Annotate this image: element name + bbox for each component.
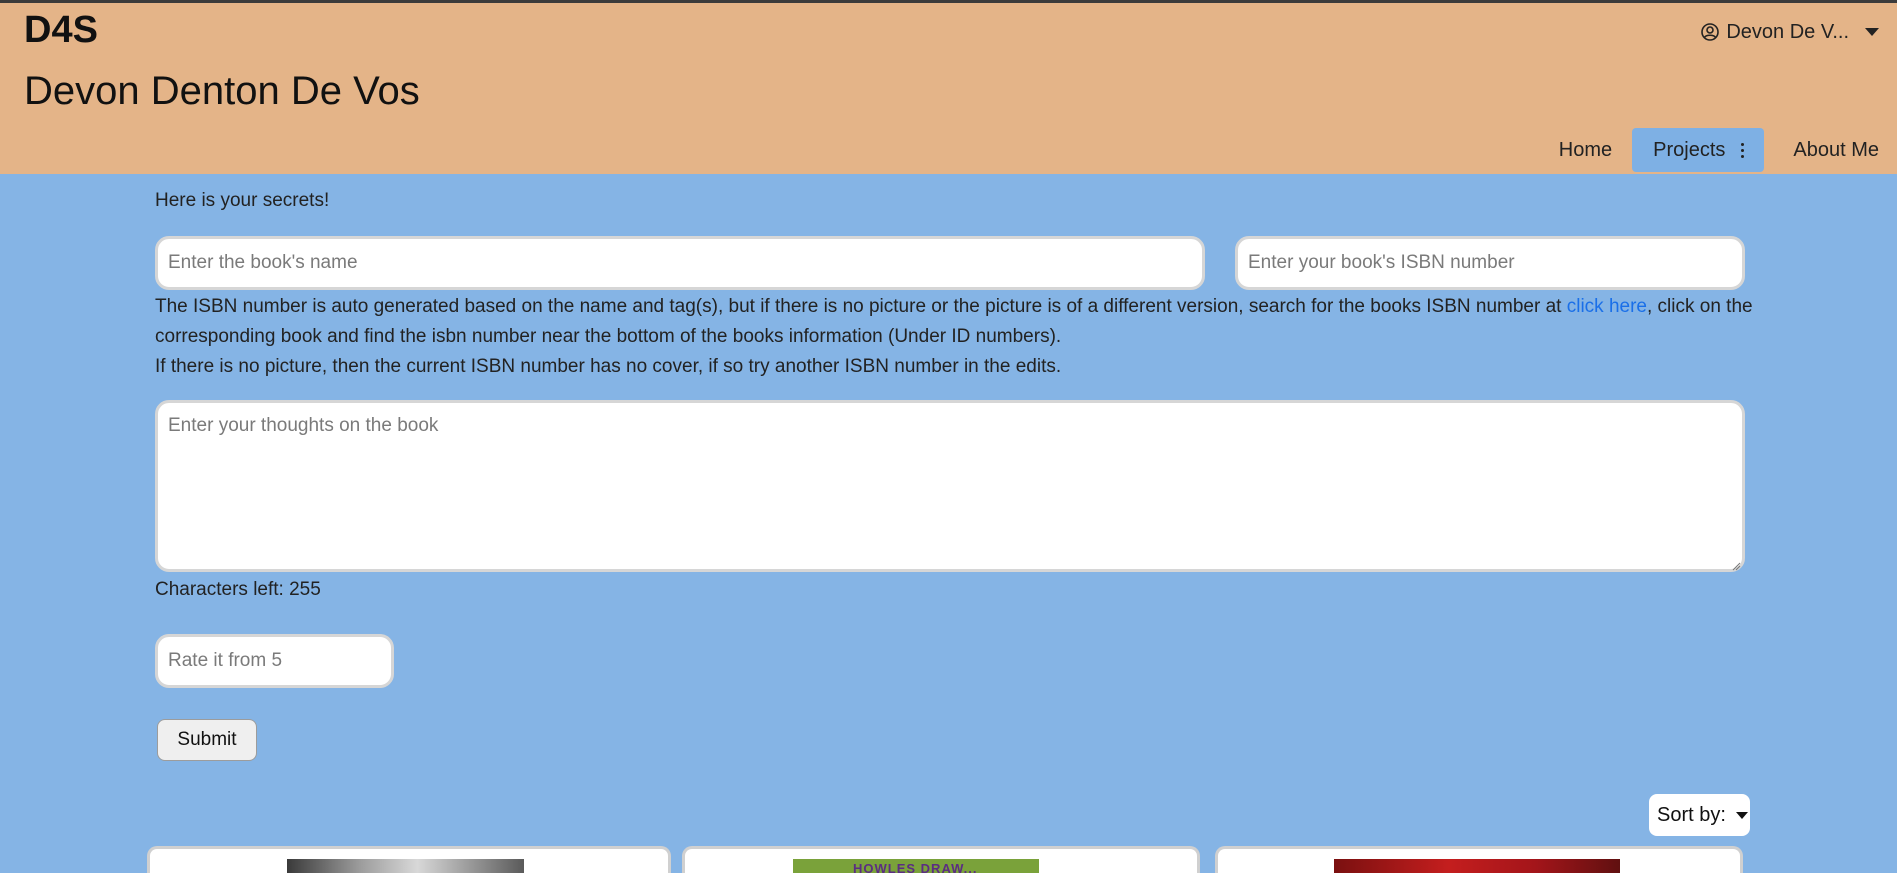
nav-about-me[interactable]: About Me xyxy=(1764,128,1897,172)
sort-dropdown[interactable]: Sort by: xyxy=(1649,794,1750,836)
thoughts-textarea[interactable] xyxy=(155,400,1745,572)
rating-input[interactable] xyxy=(155,634,394,688)
nav-home-label: Home xyxy=(1558,138,1613,161)
brand-logo-text[interactable]: D4S xyxy=(24,9,98,52)
book-card[interactable]: HOWLES DRAW... xyxy=(682,846,1200,873)
site-title: Devon Denton De Vos xyxy=(24,69,420,113)
nav-projects-label: Projects xyxy=(1653,138,1726,161)
secret-message: Here is your secrets! xyxy=(155,190,330,211)
main-navigation: Home Projects About Me xyxy=(1541,126,1897,174)
user-menu-label: Devon De V... xyxy=(1726,20,1849,43)
book-card[interactable] xyxy=(147,846,671,873)
user-menu-dropdown[interactable]: Devon De V... xyxy=(1700,17,1879,47)
book-cover-image xyxy=(1334,859,1620,873)
nav-projects[interactable]: Projects xyxy=(1632,128,1765,172)
isbn-search-link[interactable]: click here xyxy=(1567,296,1647,317)
characters-left-counter: Characters left: 255 xyxy=(155,579,321,600)
nav-about-label: About Me xyxy=(1793,138,1879,161)
user-circle-icon xyxy=(1700,22,1720,42)
book-card[interactable] xyxy=(1215,846,1743,873)
nav-home[interactable]: Home xyxy=(1541,128,1630,172)
caret-down-icon xyxy=(1865,28,1879,36)
isbn-input[interactable] xyxy=(1235,236,1745,290)
resize-handle-icon[interactable] xyxy=(1731,558,1741,571)
isbn-help-text: The ISBN number is auto generated based … xyxy=(155,292,1755,382)
kebab-icon xyxy=(1741,142,1745,158)
submit-button[interactable]: Submit xyxy=(157,719,257,761)
book-cover-image xyxy=(287,859,524,873)
book-cover-image: HOWLES DRAW... xyxy=(793,859,1039,873)
isbn-help-part1: The ISBN number is auto generated based … xyxy=(155,296,1567,317)
sort-label: Sort by: xyxy=(1657,803,1726,826)
book-cover-title: HOWLES DRAW... xyxy=(853,861,978,873)
site-header: D4S Devon Denton De Vos Devon De V... Ho… xyxy=(0,3,1897,174)
book-name-input[interactable] xyxy=(155,236,1205,290)
caret-down-icon xyxy=(1735,811,1748,819)
isbn-help-line2: If there is no picture, then the current… xyxy=(155,356,1062,377)
